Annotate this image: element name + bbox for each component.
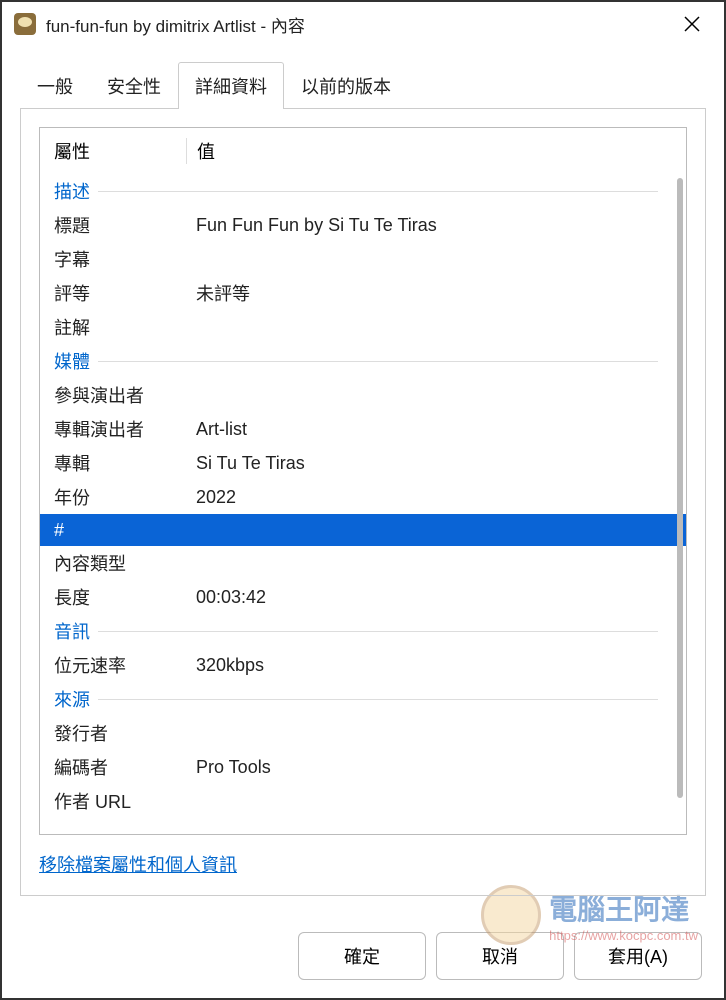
properties-dialog: fun-fun-fun by dimitrix Artlist - 內容 一般 … [0, 0, 726, 1000]
property-name: 專輯演出者 [54, 416, 186, 442]
property-row[interactable]: 長度00:03:42 [40, 580, 686, 614]
property-value: Art-list [186, 419, 678, 440]
property-name: 評等 [54, 280, 186, 306]
property-row[interactable]: 作者 URL [40, 784, 686, 818]
section-title: 來源 [54, 686, 90, 712]
property-name: # [54, 520, 186, 541]
window-title: fun-fun-fun by dimitrix Artlist - 內容 [46, 12, 672, 37]
property-row[interactable]: 位元速率320kbps [40, 648, 686, 682]
property-name: 標題 [54, 212, 186, 238]
property-row[interactable]: 年份2022 [40, 480, 686, 514]
property-name: 註解 [54, 314, 186, 340]
button-row: 確定 取消 套用(A) [2, 914, 724, 998]
property-name: 參與演出者 [54, 382, 186, 408]
property-row[interactable]: 字幕 [40, 242, 686, 276]
property-value: 未評等 [186, 280, 678, 306]
column-property[interactable]: 屬性 [54, 138, 186, 164]
property-name: 字幕 [54, 246, 186, 272]
property-name: 位元速率 [54, 652, 186, 678]
property-value: Pro Tools [186, 757, 678, 778]
section-header: 描述 [40, 174, 686, 208]
apply-button[interactable]: 套用(A) [574, 932, 702, 980]
details-panel: 屬性 值 描述標題Fun Fun Fun by Si Tu Te Tiras字幕… [20, 108, 706, 896]
tab-general[interactable]: 一般 [20, 62, 90, 109]
property-row[interactable]: 專輯演出者Art-list [40, 412, 686, 446]
section-header: 來源 [40, 682, 686, 716]
property-row[interactable]: # [40, 514, 686, 546]
property-row[interactable]: 編碼者Pro Tools [40, 750, 686, 784]
property-value: 00:03:42 [186, 587, 678, 608]
property-row[interactable]: 評等未評等 [40, 276, 686, 310]
close-button[interactable] [672, 4, 712, 44]
column-value[interactable]: 值 [186, 138, 678, 164]
section-divider [98, 631, 658, 632]
property-name: 長度 [54, 584, 186, 610]
tab-previous-versions[interactable]: 以前的版本 [284, 62, 408, 109]
tab-strip: 一般 安全性 詳細資料 以前的版本 [20, 62, 706, 109]
property-value: Fun Fun Fun by Si Tu Te Tiras [186, 215, 678, 236]
property-name: 內容類型 [54, 550, 186, 576]
titlebar: fun-fun-fun by dimitrix Artlist - 內容 [2, 2, 724, 46]
scrollbar[interactable] [677, 178, 683, 798]
close-icon [684, 16, 700, 32]
tab-security[interactable]: 安全性 [90, 62, 178, 109]
section-header: 媒體 [40, 344, 686, 378]
cancel-button[interactable]: 取消 [436, 932, 564, 980]
details-body: 描述標題Fun Fun Fun by Si Tu Te Tiras字幕評等未評等… [40, 174, 686, 834]
section-header: 音訊 [40, 614, 686, 648]
property-name: 專輯 [54, 450, 186, 476]
column-header: 屬性 值 [40, 128, 686, 174]
property-value: 2022 [186, 487, 678, 508]
property-name: 發行者 [54, 720, 186, 746]
property-name: 作者 URL [54, 788, 186, 814]
tab-details[interactable]: 詳細資料 [178, 62, 284, 109]
section-title: 媒體 [54, 348, 90, 374]
property-row[interactable]: 註解 [40, 310, 686, 344]
section-divider [98, 361, 658, 362]
property-value: Si Tu Te Tiras [186, 453, 678, 474]
property-name: 編碼者 [54, 754, 186, 780]
details-listbox[interactable]: 屬性 值 描述標題Fun Fun Fun by Si Tu Te Tiras字幕… [39, 127, 687, 835]
property-row[interactable]: 發行者 [40, 716, 686, 750]
remove-properties-link[interactable]: 移除檔案屬性和個人資訊 [39, 851, 687, 877]
section-divider [98, 699, 658, 700]
section-divider [98, 191, 658, 192]
property-row[interactable]: 專輯Si Tu Te Tiras [40, 446, 686, 480]
property-row[interactable]: 標題Fun Fun Fun by Si Tu Te Tiras [40, 208, 686, 242]
property-value: 320kbps [186, 655, 678, 676]
property-row[interactable]: 參與演出者 [40, 378, 686, 412]
file-icon [14, 13, 36, 35]
property-row[interactable]: 內容類型 [40, 546, 686, 580]
section-title: 描述 [54, 178, 90, 204]
ok-button[interactable]: 確定 [298, 932, 426, 980]
section-title: 音訊 [54, 618, 90, 644]
dialog-content: 一般 安全性 詳細資料 以前的版本 屬性 值 描述標題Fun Fun Fun b… [2, 46, 724, 914]
property-name: 年份 [54, 484, 186, 510]
